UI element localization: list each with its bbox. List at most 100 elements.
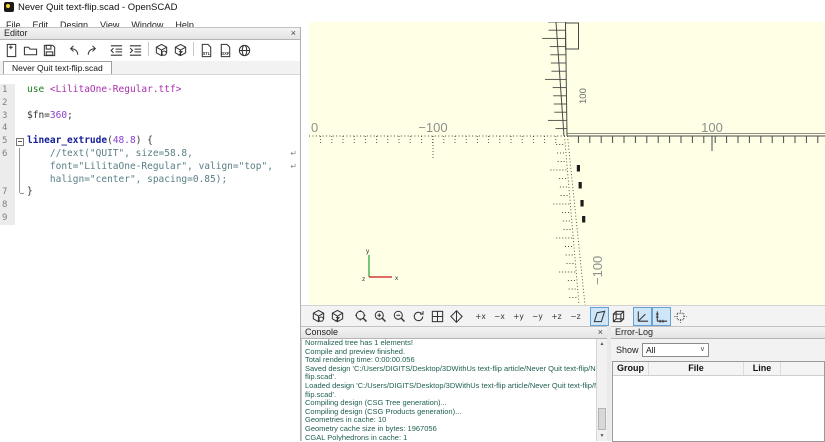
orthogonal-button[interactable] [609, 307, 628, 326]
code-row: 8 [0, 199, 300, 212]
openscad-logo-icon [4, 2, 14, 12]
view-bottom-button[interactable]: −z [566, 307, 585, 326]
preview-button[interactable] [152, 41, 171, 60]
line-number [0, 160, 15, 174]
viewport-canvas: 0 −100 100 100 −100 y z x [309, 22, 825, 305]
error-filter-value: All [646, 345, 656, 355]
fold-margin [15, 199, 24, 212]
code-text: use <LilitaOne-Regular.ttf> [27, 84, 182, 95]
code-row: 9 [0, 211, 300, 225]
orthogonal-icon [611, 309, 626, 324]
console-line: Saved design 'C:/Users/DIGITS/Desktop/3D… [305, 363, 607, 373]
svg-text:x: x [395, 275, 399, 282]
axis-plus-y-icon: +y [513, 312, 524, 321]
render-button[interactable] [328, 307, 347, 326]
zoom-in-button[interactable] [371, 307, 390, 326]
globe-icon [237, 43, 252, 58]
line-number: 1 [0, 84, 15, 97]
window-title: Never Quit text-flip.scad - OpenSCAD [18, 2, 178, 13]
svg-text:z: z [362, 276, 365, 283]
editor-tab-bar: Never Quit text-flip.scad [0, 61, 300, 75]
fold-margin [15, 122, 24, 135]
code-text: } [27, 186, 33, 198]
export-stl-icon: STL [199, 43, 214, 58]
scrollbar-thumb[interactable] [598, 408, 606, 430]
fold-margin[interactable] [15, 135, 24, 148]
print-3d-button[interactable] [235, 41, 254, 60]
fold-margin [15, 110, 24, 123]
code-row: 2 [0, 96, 300, 110]
scroll-down-icon[interactable]: ▼ [597, 431, 607, 441]
error-filter-dropdown[interactable]: All ∨ [642, 343, 709, 357]
console-output: Normalized tree has 1 elements! Compile a… [301, 339, 607, 441]
export-dxf-button[interactable]: DXF [216, 41, 235, 60]
close-icon[interactable]: × [291, 28, 296, 39]
code-editor[interactable]: 1 use <LilitaOne-Regular.ttf> 2 3 $fn=360; 4 5… [0, 84, 300, 441]
axis-minus-z-icon: −z [570, 312, 581, 321]
console-scrollbar[interactable]: ▲ ▼ [596, 339, 607, 441]
svg-text:DXF: DXF [221, 51, 230, 56]
show-edges-button[interactable] [447, 307, 466, 326]
view-front-button[interactable]: −y [528, 307, 547, 326]
zoom-all-button[interactable] [352, 307, 371, 326]
preview-button[interactable] [309, 307, 328, 326]
redo-button[interactable] [83, 41, 102, 60]
zoom-all-icon [354, 309, 369, 324]
zoom-out-button[interactable] [390, 307, 409, 326]
wrap-marker-icon: ↵ [290, 148, 297, 158]
save-icon [42, 43, 57, 58]
show-crosshairs-icon [673, 309, 688, 324]
error-log-panel: Error-Log Show All ∨ Group File Line [611, 326, 825, 442]
line-number: 3 [0, 109, 15, 123]
show-scale-markers-button[interactable] [652, 307, 671, 326]
fold-margin [15, 97, 24, 110]
unindent-button[interactable] [107, 41, 126, 60]
indent-button[interactable] [126, 41, 145, 60]
view-right-button[interactable]: +x [471, 307, 490, 326]
fold-margin [15, 160, 24, 174]
editor-toolbar: STL DXF [0, 40, 300, 61]
line-number: 7 [0, 186, 15, 200]
show-crosshairs-button[interactable] [671, 307, 690, 326]
save-button[interactable] [40, 41, 59, 60]
reset-view-button[interactable] [409, 307, 428, 326]
code-row: 6 //text("QUIT", size=58.8, ↵ [0, 147, 300, 161]
line-number [0, 173, 15, 187]
code-row: 3 $fn=360; [0, 109, 300, 123]
svg-text:STL: STL [203, 51, 211, 56]
error-log-header: Error-Log [611, 326, 825, 339]
fold-margin [15, 147, 24, 161]
view-all-button[interactable] [428, 307, 447, 326]
view-left-button[interactable]: −x [490, 307, 509, 326]
show-axes-button[interactable] [633, 307, 652, 326]
view-back-button[interactable]: +y [509, 307, 528, 326]
redo-icon [85, 43, 100, 58]
column-header-line: Line [744, 362, 781, 375]
viewport-3d[interactable]: 0 −100 100 100 −100 y z x [309, 22, 825, 305]
line-number: 5 [0, 135, 15, 148]
open-folder-icon [23, 43, 38, 58]
show-edges-icon [449, 309, 464, 324]
show-axes-icon [635, 309, 650, 324]
code-text: linear_extrude(48.8) { [27, 135, 153, 147]
svg-text:100: 100 [578, 88, 589, 104]
axis-plus-x-icon: +x [475, 312, 486, 321]
perspective-button[interactable] [590, 307, 609, 326]
new-file-button[interactable] [2, 41, 21, 60]
render-button[interactable] [171, 41, 190, 60]
open-button[interactable] [21, 41, 40, 60]
chevron-down-icon: ∨ [699, 346, 705, 353]
undo-button[interactable] [64, 41, 83, 60]
close-icon[interactable]: × [598, 327, 603, 338]
undo-icon [66, 43, 81, 58]
error-log-filter-row: Show All ∨ [611, 340, 825, 358]
scroll-up-icon[interactable]: ▲ [597, 339, 607, 349]
render-icon [330, 309, 345, 324]
export-stl-button[interactable]: STL [197, 41, 216, 60]
tab-never-quit-text-flip[interactable]: Never Quit text-flip.scad [3, 61, 112, 74]
view-top-button[interactable]: +z [547, 307, 566, 326]
